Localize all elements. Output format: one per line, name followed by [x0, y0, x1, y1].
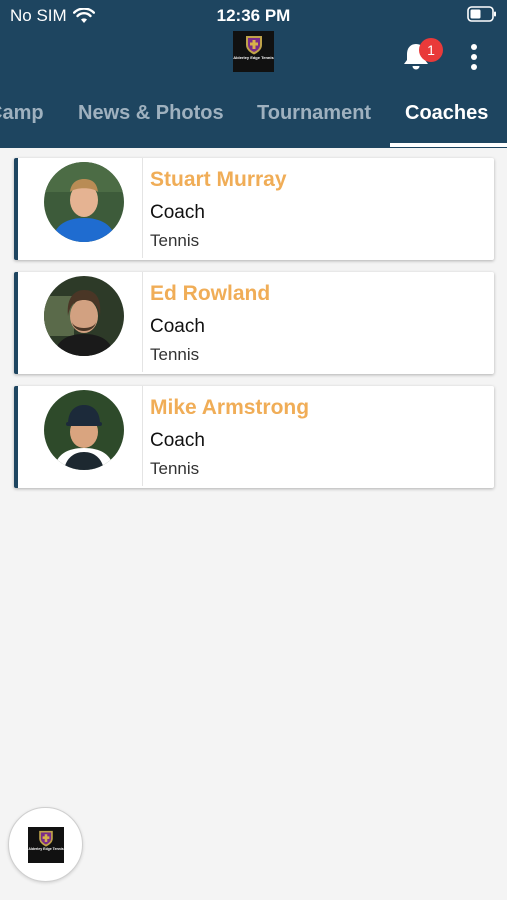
- tab-news-photos[interactable]: News & Photos: [78, 86, 224, 148]
- tab-tournament[interactable]: Tournament: [257, 86, 371, 148]
- avatar: [44, 276, 124, 356]
- battery-icon: [467, 6, 496, 22]
- active-tab-indicator: [390, 143, 507, 147]
- card-divider: [142, 386, 143, 486]
- fab-logo: Alderley Edge Tennis: [28, 827, 64, 863]
- crest-icon: [245, 36, 262, 55]
- club-logo[interactable]: Alderley Edge Tennis: [233, 31, 274, 72]
- coach-sport: Tennis: [150, 459, 200, 478]
- tab-camp[interactable]: Camp: [0, 86, 44, 148]
- status-time: 12:36 PM: [216, 6, 291, 25]
- crest-icon: [39, 830, 53, 847]
- avatar: [44, 162, 124, 242]
- tab-bar: Camp News & Photos Tournament Coaches: [0, 86, 507, 148]
- card-divider: [142, 158, 143, 258]
- card-divider: [142, 272, 143, 372]
- top-bar: Alderley Edge Tennis 1: [0, 30, 507, 86]
- coach-name: Ed Rowland: [150, 282, 271, 305]
- coach-card[interactable]: Ed Rowland Coach Tennis: [14, 272, 494, 374]
- coach-sport: Tennis: [150, 345, 200, 364]
- notification-badge: 1: [419, 38, 443, 62]
- logo-text: Alderley Edge Tennis: [233, 55, 274, 60]
- coach-name: Mike Armstrong: [150, 396, 310, 419]
- coach-role: Coach: [150, 430, 205, 451]
- club-home-button[interactable]: Alderley Edge Tennis: [8, 807, 83, 882]
- coach-list: Stuart Murray Coach Tennis Ed Rowland Co…: [14, 158, 494, 500]
- coach-card[interactable]: Stuart Murray Coach Tennis: [14, 158, 494, 260]
- avatar: [44, 390, 124, 470]
- coach-sport: Tennis: [150, 231, 200, 250]
- fab-logo-text: Alderley Edge Tennis: [28, 847, 64, 851]
- coach-name: Stuart Murray: [150, 168, 287, 191]
- tab-coaches[interactable]: Coaches: [405, 86, 488, 148]
- coach-role: Coach: [150, 202, 205, 223]
- more-vertical-icon[interactable]: [462, 42, 486, 72]
- coach-role: Coach: [150, 316, 205, 337]
- app-header: No SIM 12:36 PM Alderley Edge Tennis 1 a…: [0, 0, 507, 148]
- status-bar: No SIM 12:36 PM: [0, 0, 507, 30]
- coach-card[interactable]: Mike Armstrong Coach Tennis: [14, 386, 494, 488]
